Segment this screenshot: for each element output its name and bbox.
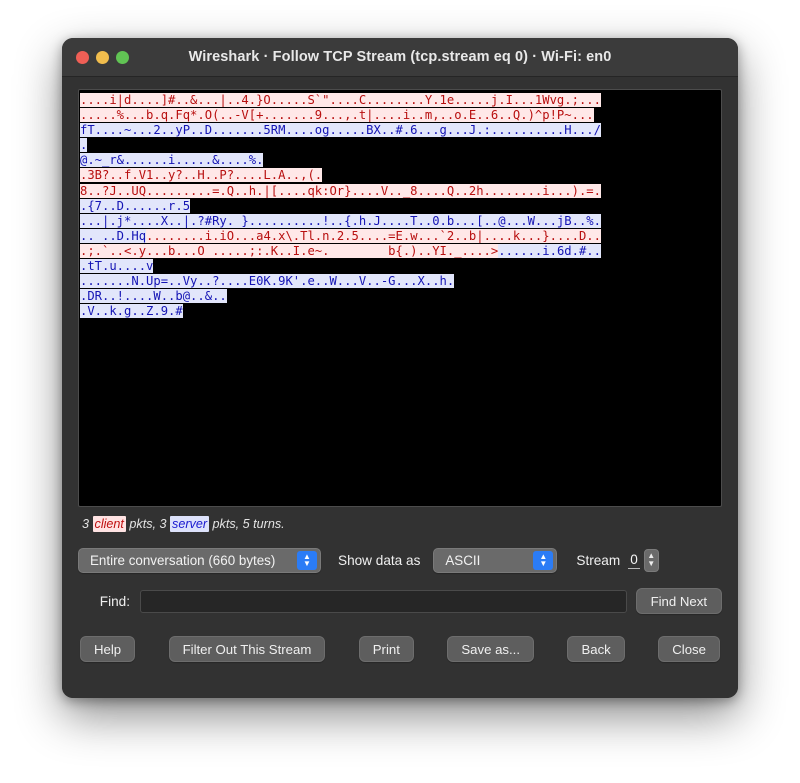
- data-format-select-value: ASCII: [445, 552, 481, 568]
- back-button[interactable]: Back: [567, 636, 625, 662]
- stream-line: fT....~...2..yP..D.......5RM....og.....B…: [80, 123, 721, 138]
- packet-summary-text: 3 client pkts, 3 server pkts, 5 turns.: [82, 516, 722, 535]
- stream-stepper-icon[interactable]: ▲ ▼: [643, 548, 659, 572]
- stream-line: @.~_r&......i.....&....%.: [80, 153, 721, 168]
- summary-server-chip: server: [170, 516, 210, 532]
- stream-segment-client: ........i.iO...a4.x\.Tl.n.2.5....=E.w...…: [146, 228, 601, 243]
- stream-segment-server: ...|.j*....X..|.?#Ry. }..........!..{.h.…: [80, 213, 601, 228]
- stream-line: .V..k.g..Z.9.#: [80, 304, 721, 319]
- window-body: ....i|d....]#..&...|..4.}O.....S`"....C.…: [62, 77, 738, 698]
- show-data-as-label: Show data as: [338, 552, 421, 568]
- stream-line: .......N.Up=..Vy..?....E0K.9K'.e..W...V.…: [80, 274, 721, 289]
- summary-prefix: 3: [82, 517, 93, 531]
- save-as-button[interactable]: Save as...: [447, 636, 534, 662]
- stream-line: .: [80, 138, 721, 153]
- stream-line: .....%...b.q.Fq*.O(..-V[+.......9...,.t|…: [80, 108, 721, 123]
- stream-segment-server: .: [80, 138, 88, 153]
- print-button[interactable]: Print: [358, 636, 414, 662]
- filter-out-this-stream-button[interactable]: Filter Out This Stream: [168, 636, 326, 662]
- stream-line: ...|.j*....X..|.?#Ry. }..........!..{.h.…: [80, 213, 721, 229]
- stream-line: .3B?..f.V1..y?..H..P?....L.A..,(.: [80, 168, 721, 183]
- stream-segment-server: .{7..D......r.5: [80, 198, 191, 213]
- conversation-select-value: Entire conversation (660 bytes): [90, 552, 276, 568]
- desktop-background: { "window": { "title": "Wireshark · Foll…: [0, 0, 800, 783]
- stream-number-value[interactable]: 0: [628, 552, 640, 569]
- stream-segment-server: ......i.6d.#..: [498, 243, 601, 258]
- follow-tcp-stream-window: Wireshark · Follow TCP Stream (tcp.strea…: [62, 38, 738, 698]
- stream-segment-server: .V..k.g..Z.9.#: [80, 304, 183, 319]
- stepper-down-glyph[interactable]: ▼: [647, 560, 655, 568]
- stream-number-label: Stream: [576, 552, 621, 568]
- data-format-select[interactable]: ASCII ▲ ▼: [433, 547, 558, 573]
- stream-line: .tT.u....v: [80, 259, 721, 274]
- summary-suffix: pkts, 5 turns.: [209, 517, 285, 531]
- find-input[interactable]: [140, 589, 627, 613]
- stream-content-pane[interactable]: ....i|d....]#..&...|..4.}O.....S`"....C.…: [78, 89, 722, 507]
- window-titlebar: Wireshark · Follow TCP Stream (tcp.strea…: [62, 38, 738, 77]
- stream-segment-client: ....i|d....]#..&...|..4.}O.....S`"....C.…: [80, 93, 601, 107]
- stream-segment-server: fT....~...2..yP..D.......5RM....og.....B…: [80, 123, 601, 138]
- stream-segment-server: .......N.Up=..Vy..?....E0K.9K'.e..W...V.…: [80, 274, 455, 289]
- find-label: Find:: [99, 593, 130, 609]
- stream-segment-client: .;.`..<.y...b...O .....;:.K..I.e~. b{.).…: [80, 243, 499, 258]
- stream-line: .;.`..<.y...b...O .....;:.K..I.e~. b{.).…: [80, 243, 721, 259]
- chevron-down-glyph: ▼: [303, 559, 311, 568]
- stream-line: ....i|d....]#..&...|..4.}O.....S`"....C.…: [80, 93, 721, 108]
- stream-segment-client: 8..?J..UQ.........=.Q..h.|[....qk:Or}...…: [80, 183, 601, 198]
- stream-segment-client: .3B?..f.V1..y?..H..P?....L.A..,(.: [80, 168, 323, 183]
- find-row: Find: Find Next: [78, 588, 722, 614]
- stream-segment-client: .....%...b.q.Fq*.O(..-V[+.......9...,.t|…: [80, 108, 594, 123]
- stream-line: .. ..D.Hq........i.iO...a4.x\.Tl.n.2.5..…: [80, 228, 721, 244]
- find-next-button[interactable]: Find Next: [635, 588, 722, 614]
- chevron-updown-icon: ▲ ▼: [533, 550, 554, 570]
- stream-line: .DR..!....W..b@..&..: [80, 289, 721, 304]
- chevron-down-glyph: ▼: [539, 559, 548, 568]
- stream-segment-server: .DR..!....W..b@..&..: [80, 289, 227, 304]
- summary-client-chip: client: [92, 516, 126, 532]
- chevron-updown-icon: ▲ ▼: [297, 550, 317, 570]
- stream-number-spinner[interactable]: 0 ▲ ▼: [628, 548, 659, 572]
- stream-segment-server: .. ..D.Hq: [80, 228, 147, 243]
- stream-controls-row: Entire conversation (660 bytes) ▲ ▼ Show…: [78, 546, 722, 574]
- help-button[interactable]: Help: [80, 636, 136, 662]
- summary-middle: pkts, 3: [125, 517, 171, 531]
- stream-segment-server: .tT.u....v: [80, 259, 154, 274]
- window-title: Wireshark · Follow TCP Stream (tcp.strea…: [188, 49, 612, 65]
- close-button[interactable]: Close: [658, 636, 720, 662]
- conversation-select[interactable]: Entire conversation (660 bytes) ▲ ▼: [78, 547, 321, 573]
- stream-segment-server: @.~_r&......i.....&....%.: [80, 153, 264, 168]
- dialog-button-row: Help Filter Out This Stream Print Save a…: [78, 635, 722, 663]
- stream-line: 8..?J..UQ.........=.Q..h.|[....qk:Or}...…: [80, 183, 721, 199]
- stream-line: .{7..D......r.5: [80, 198, 721, 214]
